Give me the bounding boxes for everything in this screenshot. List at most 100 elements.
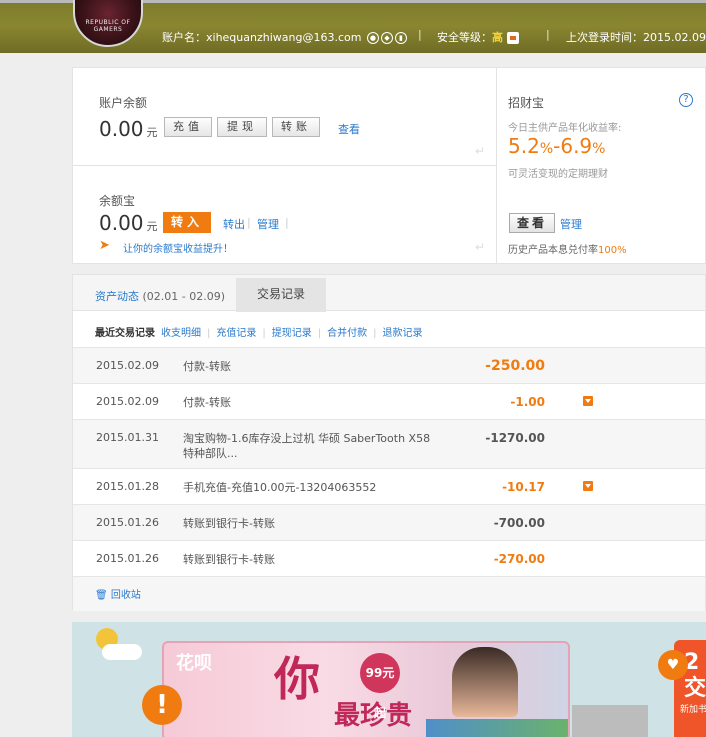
account-info: 账户名：xihequanzhiwang@163.com ● ◆ ▮ bbox=[162, 29, 407, 45]
promo-small-text: 新加书 bbox=[680, 705, 706, 715]
security-level: 安全等级：高 bbox=[437, 29, 519, 45]
yuebao-label: 余额宝 bbox=[99, 194, 136, 208]
help-icon[interactable]: ? bbox=[679, 93, 693, 107]
huabei-ad[interactable]: 花呗 你 最珍贵 99元起 bbox=[162, 641, 570, 737]
heart-icon[interactable]: ♥ bbox=[658, 650, 688, 680]
view-balance-link[interactable]: 查看 bbox=[338, 121, 360, 137]
promo-banner[interactable]: 花呗 你 最珍贵 99元起 ! 2交 新加书 ♥ bbox=[72, 622, 706, 737]
tab-asset-range: (02.01 - 02.09) bbox=[142, 290, 226, 303]
subnav-recharge[interactable]: 充值记录 bbox=[216, 328, 256, 339]
table-row[interactable]: 2015.02.09 付款-转账 -1.00 bbox=[73, 383, 705, 419]
ad-logo: 花呗 bbox=[176, 653, 212, 674]
shield-icon[interactable]: ◆ bbox=[380, 32, 393, 44]
yuebao-amount-value: 0.00 bbox=[99, 211, 144, 235]
header-separator: | bbox=[546, 28, 550, 41]
transaction-list: 2015.02.09 付款-转账 -250.00 2015.02.09 付款-转… bbox=[73, 347, 705, 611]
row-desc: 付款-转账 bbox=[183, 360, 231, 373]
table-row[interactable]: 2015.01.28 手机充值-充值10.00元-13204063552 -10… bbox=[73, 468, 705, 504]
subnav-income-expense[interactable]: 收支明细 bbox=[161, 328, 201, 339]
avatar-text: REPUBLIC OF GAMERS bbox=[85, 19, 131, 33]
row-amount: -10.17 bbox=[502, 480, 545, 494]
separator: | bbox=[262, 328, 266, 339]
tab-asset-activity[interactable]: 资产动态 (02.01 - 02.09) bbox=[95, 288, 225, 304]
row-date: 2015.02.09 bbox=[96, 359, 159, 372]
rocket-icon: ➤ bbox=[99, 238, 110, 253]
zhaocaibao-manage-link[interactable]: 管理 bbox=[560, 216, 582, 232]
yuebao-unit: 元 bbox=[146, 220, 158, 233]
history-label: 历史产品本息兑付率 bbox=[508, 245, 598, 256]
header-separator: | bbox=[418, 28, 422, 41]
ad-subline: 最珍贵 bbox=[334, 701, 413, 731]
security-label: 安全等级： bbox=[437, 31, 492, 44]
security-calendar-icon[interactable] bbox=[507, 32, 519, 44]
price-badge: 99元起 bbox=[360, 653, 400, 720]
faded-arrow-icon: ↵ bbox=[475, 240, 486, 254]
balance-amount-value: 0.00 bbox=[99, 117, 144, 141]
cloud-icon bbox=[102, 644, 142, 660]
row-amount: -250.00 bbox=[485, 358, 545, 374]
transfer-out-link[interactable]: 转出 bbox=[223, 216, 245, 232]
transfer-button[interactable]: 转账 bbox=[272, 117, 320, 137]
table-footer-row bbox=[73, 576, 705, 611]
tab-asset-label: 资产动态 bbox=[95, 290, 139, 303]
zhaocaibao-label: 招财宝 bbox=[508, 96, 545, 110]
rate-low: 5.2 bbox=[508, 134, 540, 158]
row-desc: 转账到银行卡-转账 bbox=[183, 553, 275, 566]
recharge-button[interactable]: 充值 bbox=[164, 117, 212, 137]
subnav-merged-pay[interactable]: 合并付款 bbox=[327, 328, 367, 339]
last-login-value: 2015.02.09 17 bbox=[643, 31, 706, 44]
row-amount: -700.00 bbox=[493, 516, 545, 530]
rate-percent: % bbox=[539, 141, 554, 157]
last-login-label: 上次登录时间： bbox=[566, 31, 643, 44]
yuebao-manage-link[interactable]: 管理 bbox=[257, 216, 279, 232]
table-row[interactable]: 2015.01.31 淘宝购物-1.6库存没上过机 华硕 SaberTooth … bbox=[73, 419, 705, 468]
separator: | bbox=[285, 216, 289, 229]
table-row[interactable]: 2015.01.26 转账到银行卡-转账 -700.00 bbox=[73, 504, 705, 540]
rate-caption: 今日主供产品年化收益率: bbox=[508, 123, 622, 134]
phone-icon[interactable]: ▮ bbox=[394, 32, 407, 44]
records-tabs: 资产动态 (02.01 - 02.09) 交易记录 bbox=[73, 275, 705, 312]
account-value: xihequanzhiwang@163.com bbox=[206, 31, 362, 44]
row-desc: 付款-转账 bbox=[183, 396, 231, 409]
transfer-in-button[interactable]: 转入 bbox=[163, 212, 211, 233]
avatar[interactable]: REPUBLIC OF GAMERS bbox=[73, 0, 143, 47]
account-panel: 账户余额 0.00 元 充值 提现 转账 查看 ↵ 余额宝 0.00 元 转入 转出… bbox=[72, 67, 706, 264]
trash-icon: 🗑 bbox=[95, 590, 108, 601]
user-icon[interactable]: ● bbox=[366, 32, 379, 44]
expand-arrow-icon[interactable] bbox=[583, 396, 593, 406]
subnav-refund[interactable]: 退款记录 bbox=[383, 328, 423, 339]
separator: | bbox=[207, 328, 211, 339]
building-illustration bbox=[572, 684, 648, 737]
yuebao-promo-link[interactable]: 让你的余额宝收益提升！ bbox=[123, 240, 233, 255]
subnav-current[interactable]: 最近交易记录 bbox=[95, 328, 155, 339]
balance-amount: 0.00 元 bbox=[99, 117, 158, 141]
row-amount: -1.00 bbox=[510, 395, 545, 409]
row-date: 2015.01.26 bbox=[96, 552, 159, 565]
rate-percent: % bbox=[592, 141, 606, 157]
row-amount: -1270.00 bbox=[485, 431, 545, 445]
rate-high: 6.9 bbox=[560, 134, 593, 158]
withdraw-button[interactable]: 提现 bbox=[217, 117, 267, 137]
balance-label: 账户余额 bbox=[99, 96, 148, 110]
history-value: 100% bbox=[598, 245, 627, 256]
security-value: 高 bbox=[492, 31, 503, 44]
subnav-withdraw[interactable]: 提现记录 bbox=[272, 328, 312, 339]
divider bbox=[496, 68, 497, 263]
row-desc[interactable]: 淘宝购物-1.6库存没上过机 华硕 SaberTooth X58 特种部队... bbox=[183, 431, 433, 461]
faded-arrow-icon: ↵ bbox=[475, 144, 486, 158]
records-panel: 资产动态 (02.01 - 02.09) 交易记录 最近交易记录 收支明细 | 充值记… bbox=[72, 274, 706, 611]
row-amount: -270.00 bbox=[493, 552, 545, 566]
tab-transactions[interactable]: 交易记录 bbox=[236, 278, 326, 312]
row-date: 2015.01.31 bbox=[96, 431, 159, 444]
table-row[interactable]: 2015.01.26 转账到银行卡-转账 -270.00 bbox=[73, 540, 705, 576]
ad-landscape bbox=[426, 719, 568, 737]
promo-text: 2交 bbox=[684, 650, 706, 702]
separator: | bbox=[247, 216, 251, 229]
view-button[interactable]: 查看 bbox=[509, 213, 555, 233]
expand-arrow-icon[interactable] bbox=[583, 481, 593, 491]
yuebao-amount: 0.00 元 bbox=[99, 211, 158, 235]
annual-rate: 5.2%-6.9% bbox=[508, 134, 605, 158]
zhaocaibao-desc: 可灵活变现的定期理财 bbox=[508, 169, 608, 180]
recycle-bin-link[interactable]: 🗑 回收站 bbox=[95, 586, 141, 601]
table-row[interactable]: 2015.02.09 付款-转账 -250.00 bbox=[73, 347, 705, 383]
